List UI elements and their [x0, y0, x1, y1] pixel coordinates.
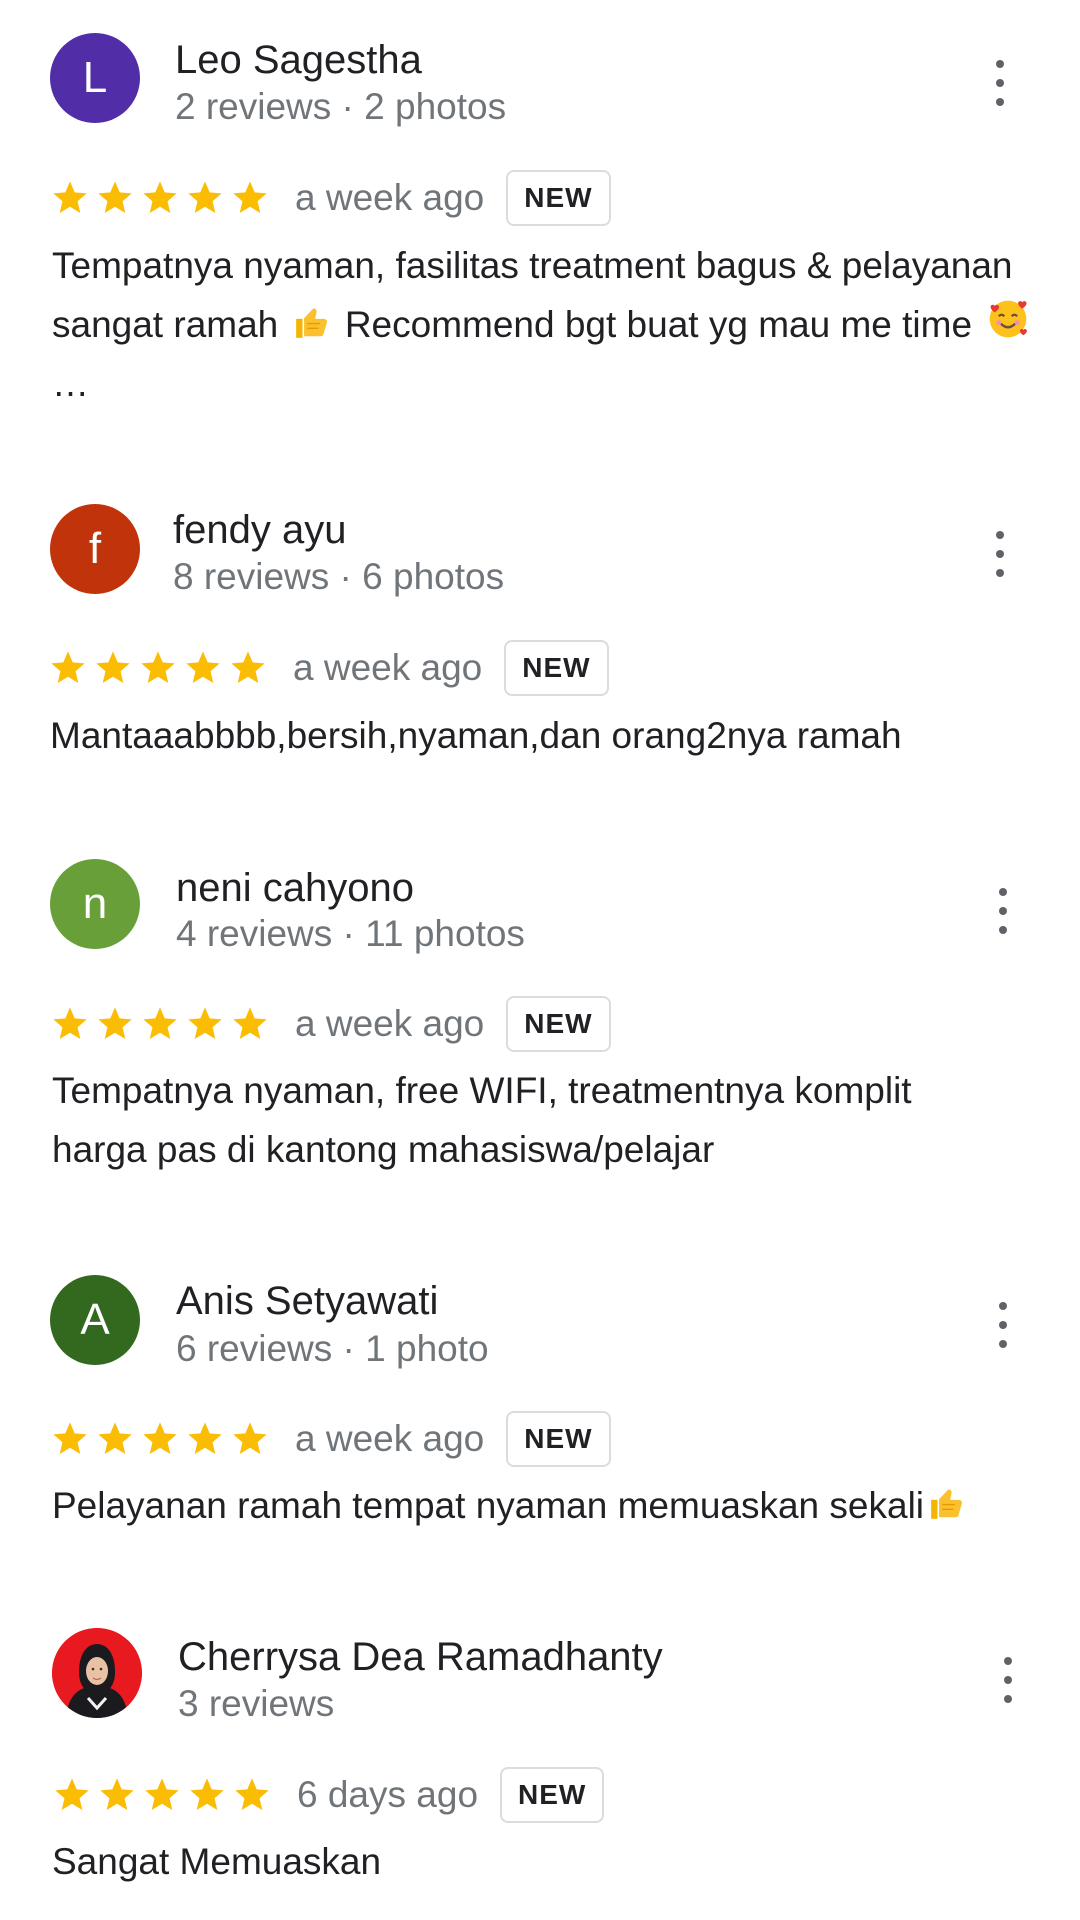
- review-text[interactable]: Pelayanan ramah tempat nyaman memuaskan …: [52, 1476, 1062, 1535]
- star-icon: [52, 1775, 92, 1815]
- avatar[interactable]: n: [50, 859, 140, 949]
- rating-row: a week ago NEW: [50, 1409, 611, 1469]
- new-badge: NEW: [506, 996, 611, 1052]
- review-text-part: Recommend bgt buat yg mau me time: [344, 304, 973, 345]
- reviewer-meta: 4 reviews · 11 photos: [176, 913, 525, 954]
- review-text[interactable]: Tempatnya nyaman, fasilitas treatment ba…: [52, 236, 1042, 413]
- star-rating: [50, 1419, 270, 1459]
- more-options-icon[interactable]: [988, 1302, 1018, 1348]
- more-options-icon[interactable]: [988, 888, 1018, 934]
- rating-row: a week ago NEW: [50, 168, 611, 228]
- review-date: 6 days ago: [297, 1774, 479, 1815]
- more-options-icon[interactable]: [985, 531, 1015, 577]
- reviewer-meta: 6 reviews · 1 photo: [176, 1328, 489, 1369]
- star-icon: [142, 1775, 182, 1815]
- review-date: a week ago: [295, 1418, 485, 1459]
- star-icon: [50, 1004, 90, 1044]
- star-icon: [230, 1419, 270, 1459]
- new-badge: NEW: [504, 640, 609, 696]
- thumbs-up-icon: [928, 1484, 966, 1522]
- reviewer-name[interactable]: neni cahyono: [176, 868, 414, 908]
- read-more-ellipsis[interactable]: …: [52, 363, 89, 404]
- rating-row: 6 days ago NEW: [52, 1765, 605, 1825]
- star-icon: [185, 1004, 225, 1044]
- star-icon: [185, 1419, 225, 1459]
- star-icon: [140, 1419, 180, 1459]
- avatar[interactable]: A: [50, 1275, 140, 1365]
- star-icon: [228, 648, 268, 688]
- star-icon: [232, 1775, 272, 1815]
- profile-photo: [52, 1628, 142, 1718]
- smiling-face-with-hearts-icon: [986, 297, 1030, 341]
- star-rating: [50, 178, 270, 218]
- reviewer-name[interactable]: Anis Setyawati: [176, 1281, 438, 1321]
- star-icon: [95, 1419, 135, 1459]
- star-icon: [187, 1775, 227, 1815]
- new-badge: NEW: [500, 1767, 605, 1823]
- rating-row: a week ago NEW: [48, 638, 609, 698]
- more-options-icon[interactable]: [985, 60, 1015, 106]
- star-rating: [50, 1004, 270, 1044]
- review-date: a week ago: [293, 647, 483, 688]
- star-icon: [140, 178, 180, 218]
- reviewer-name[interactable]: Leo Sagestha: [175, 40, 422, 80]
- avatar[interactable]: [52, 1628, 142, 1718]
- star-icon: [230, 178, 270, 218]
- reviewer-meta: 3 reviews: [178, 1683, 335, 1724]
- star-icon: [138, 648, 178, 688]
- star-icon: [97, 1775, 137, 1815]
- star-icon: [95, 1004, 135, 1044]
- review-text[interactable]: Tempatnya nyaman, free WIFI, treatmentny…: [52, 1061, 982, 1179]
- star-icon: [48, 648, 88, 688]
- avatar[interactable]: f: [50, 504, 140, 594]
- review-text-part: Pelayanan ramah tempat nyaman memuaskan …: [52, 1485, 925, 1526]
- review-date: a week ago: [295, 1003, 485, 1044]
- star-icon: [50, 178, 90, 218]
- reviewer-meta: 8 reviews · 6 photos: [173, 556, 505, 597]
- new-badge: NEW: [506, 1411, 611, 1467]
- thumbs-up-icon: [293, 303, 331, 341]
- reviewer-name[interactable]: fendy ayu: [173, 510, 346, 550]
- new-badge: NEW: [506, 170, 611, 226]
- avatar-initial: n: [82, 879, 108, 928]
- more-options-icon[interactable]: [993, 1657, 1023, 1703]
- star-icon: [95, 178, 135, 218]
- star-icon: [93, 648, 133, 688]
- reviewer-name[interactable]: Cherrysa Dea Ramadhanty: [178, 1637, 663, 1677]
- avatar[interactable]: L: [50, 33, 140, 123]
- star-icon: [50, 1419, 90, 1459]
- avatar-initial: L: [82, 53, 108, 102]
- star-icon: [185, 178, 225, 218]
- review-text[interactable]: Sangat Memuaskan: [52, 1832, 1042, 1891]
- star-rating: [48, 648, 268, 688]
- star-icon: [140, 1004, 180, 1044]
- reviewer-meta: 2 reviews · 2 photos: [175, 86, 507, 127]
- rating-row: a week ago NEW: [50, 994, 611, 1054]
- star-rating: [52, 1775, 272, 1815]
- review-text[interactable]: Mantaaabbbb,bersih,nyaman,dan orang2nya …: [50, 706, 1040, 765]
- review-date: a week ago: [295, 177, 485, 218]
- avatar-initial: A: [80, 1295, 110, 1344]
- star-icon: [183, 648, 223, 688]
- star-icon: [230, 1004, 270, 1044]
- avatar-initial: f: [88, 524, 102, 573]
